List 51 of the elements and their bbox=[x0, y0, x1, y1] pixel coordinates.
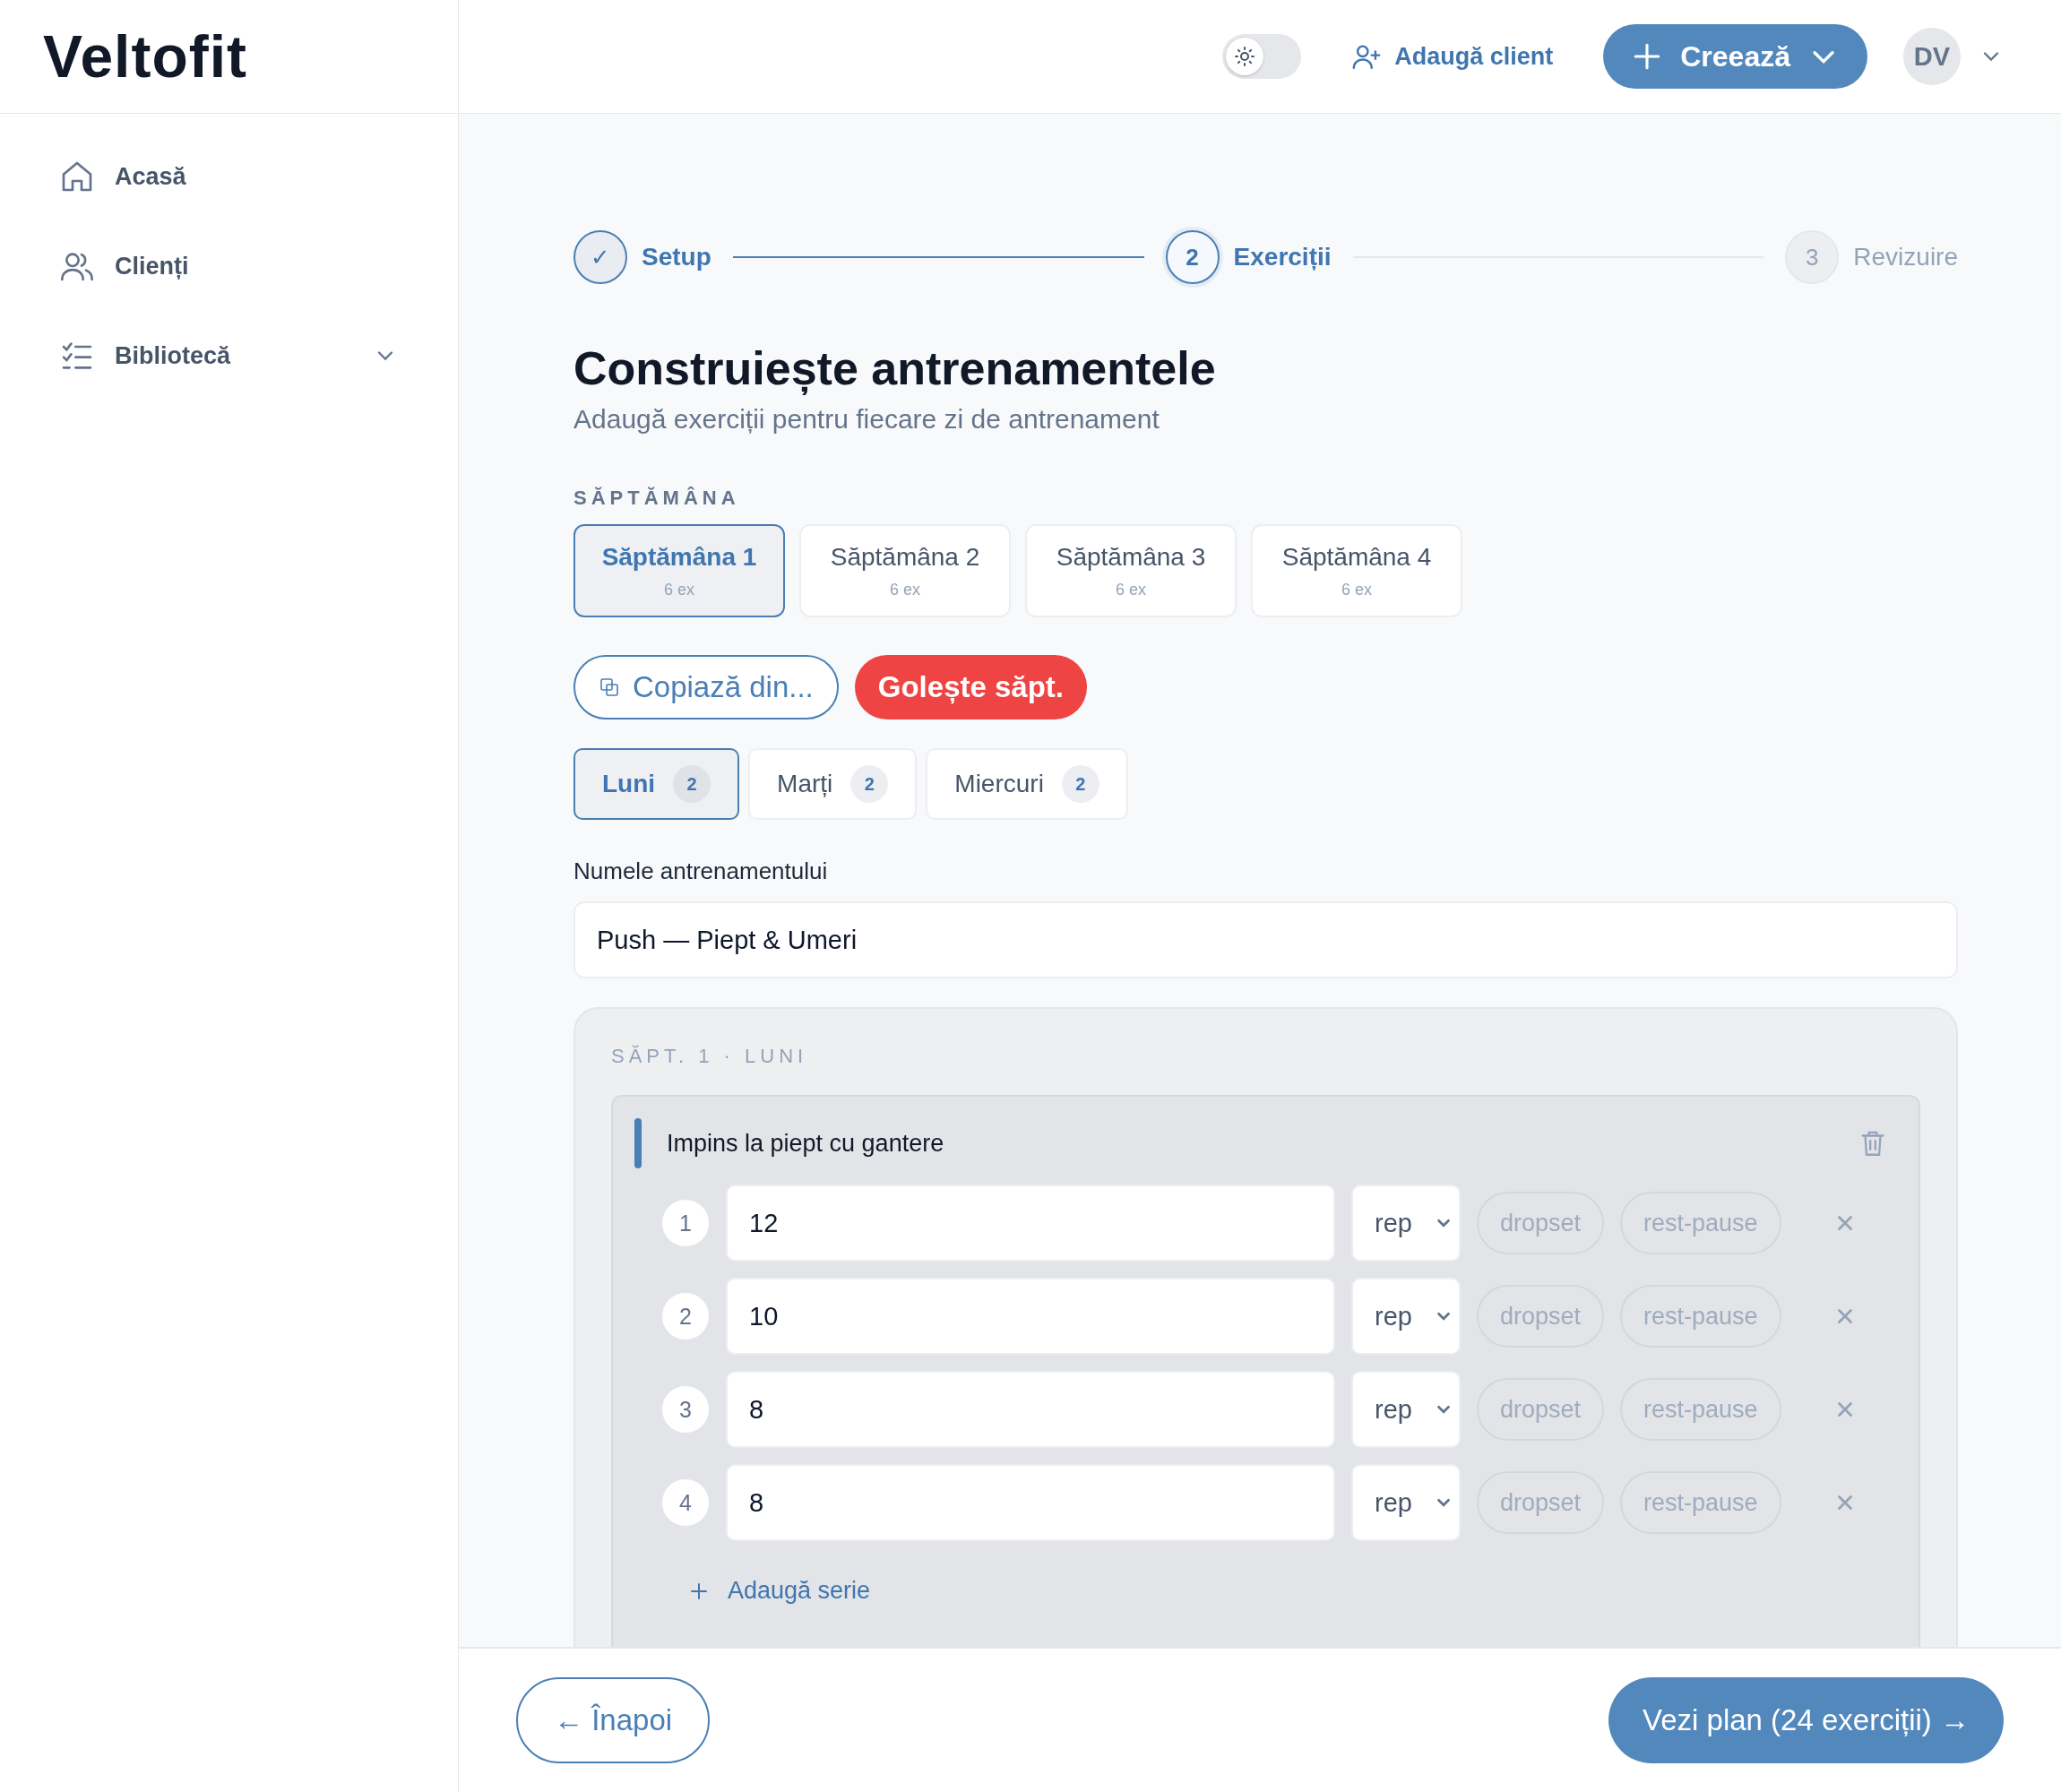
sidebar-item[interactable]: Acasă bbox=[59, 159, 398, 194]
reps-input[interactable]: 10 bbox=[726, 1278, 1335, 1355]
create-button[interactable]: Creează bbox=[1603, 24, 1867, 89]
count-badge: 2 bbox=[850, 765, 889, 803]
workout-name-input[interactable]: Push — Piept & Umeri bbox=[573, 901, 1958, 978]
count-badge: 2 bbox=[673, 765, 711, 803]
page-title: Construiește antrenamentele bbox=[573, 341, 1217, 395]
sidebar-item[interactable]: Bibliotecă bbox=[59, 338, 398, 374]
week-tab[interactable]: Săptămâna 4 6 ex bbox=[1251, 524, 1462, 617]
reps-input[interactable]: 8 bbox=[726, 1371, 1335, 1448]
set-number: 2 bbox=[661, 1292, 710, 1340]
reps-input[interactable]: 12 bbox=[726, 1185, 1335, 1262]
step-marker: 3 bbox=[1785, 230, 1840, 284]
step-label: Exerciții bbox=[1233, 243, 1332, 271]
exercise-name: Impins la piept cu gantere bbox=[667, 1129, 945, 1158]
set-number: 3 bbox=[661, 1385, 710, 1434]
back-button[interactable]: ← Înapoi bbox=[516, 1677, 711, 1763]
theme-toggle[interactable] bbox=[1222, 34, 1302, 79]
avatar[interactable]: DV bbox=[1903, 28, 1961, 85]
set-number: 4 bbox=[661, 1478, 710, 1527]
week-tab[interactable]: Săptămâna 1 6 ex bbox=[573, 524, 785, 617]
week-tab[interactable]: Săptămâna 3 6 ex bbox=[1025, 524, 1237, 617]
day-tab[interactable]: Luni 2 bbox=[573, 748, 740, 820]
card-title: SĂPT. 1 · LUNI bbox=[611, 1045, 809, 1068]
add-client-link[interactable]: Adaugă client bbox=[1351, 41, 1554, 72]
step-label: Setup bbox=[642, 243, 711, 271]
day-tab[interactable]: Marți 2 bbox=[748, 748, 918, 820]
unit-select[interactable]: rep bbox=[1351, 1278, 1461, 1355]
copy-from-button[interactable]: Copiază din... bbox=[573, 655, 839, 719]
week-tab[interactable]: Săptămâna 2 6 ex bbox=[799, 524, 1011, 617]
step-marker: 2 bbox=[1165, 230, 1220, 284]
sidebar-item[interactable]: Clienți bbox=[59, 248, 398, 284]
set-number: 1 bbox=[661, 1199, 710, 1247]
clear-week-button[interactable]: Golește săpt. bbox=[854, 655, 1088, 719]
count-badge: 2 bbox=[1061, 765, 1099, 803]
step-marker: ✓ bbox=[573, 230, 627, 284]
copy-icon bbox=[599, 676, 620, 698]
unit-select[interactable]: rep bbox=[1351, 1371, 1461, 1448]
add-set-link[interactable]: Adaugă serie bbox=[688, 1577, 1897, 1605]
field-label: Numele antrenamentului bbox=[573, 857, 829, 885]
reps-input[interactable]: 8 bbox=[726, 1464, 1335, 1541]
page-subtitle: Adaugă exerciții pentru fiecare zi de antrenament bbox=[573, 404, 1160, 435]
view-plan-button[interactable]: Vezi plan (24 exerciții) → bbox=[1608, 1677, 2004, 1763]
logo[interactable]: Veltofit bbox=[43, 22, 247, 90]
unit-select[interactable]: rep bbox=[1351, 1464, 1461, 1541]
day-tab[interactable]: Miercuri 2 bbox=[926, 748, 1128, 820]
section-label: SĂPTĂMÂNA bbox=[573, 487, 741, 510]
unit-select[interactable]: rep bbox=[1351, 1185, 1461, 1262]
sun-icon bbox=[1234, 46, 1256, 67]
step-label: Revizuire bbox=[1853, 243, 1958, 271]
accent-bar bbox=[634, 1118, 642, 1168]
